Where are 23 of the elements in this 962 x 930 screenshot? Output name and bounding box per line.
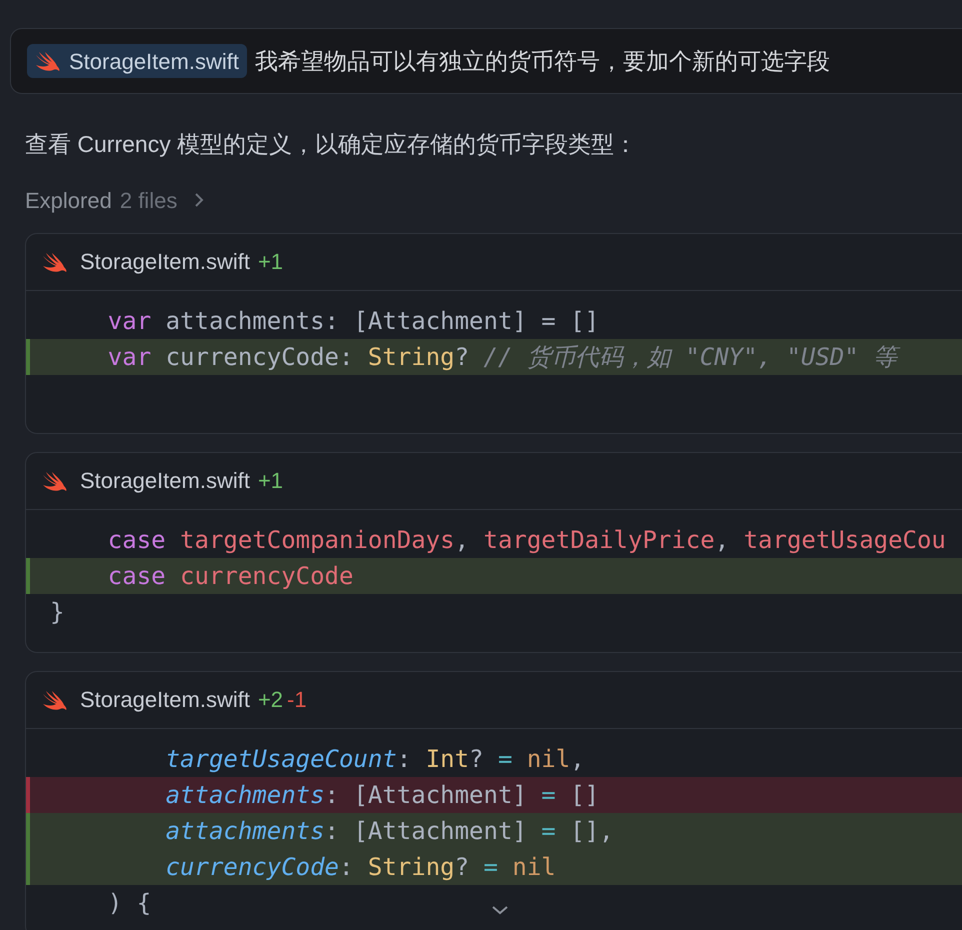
prompt-text: 我希望物品可以有独立的货币符号，要加个新的可选字段 bbox=[254, 46, 830, 76]
code-line: } bbox=[49, 596, 64, 628]
added-count: +1 bbox=[258, 248, 284, 276]
removed-count: -1 bbox=[287, 686, 307, 714]
code-line: var attachments: [Attachment] = [] bbox=[106, 306, 600, 336]
file-name[interactable]: StorageItem.swift bbox=[80, 245, 250, 278]
code-line: ) { bbox=[106, 888, 152, 918]
swift-bird-icon bbox=[42, 688, 68, 710]
added-count: +1 bbox=[258, 467, 284, 495]
added-count: +2 bbox=[258, 686, 284, 714]
swift-bird-icon bbox=[42, 470, 68, 492]
file-name[interactable]: StorageItem.swift bbox=[80, 683, 250, 716]
expand-chevron-icon[interactable] bbox=[491, 904, 509, 914]
explored-label: Explored bbox=[25, 186, 112, 215]
explored-toggle[interactable]: Explored 2 files bbox=[25, 184, 206, 216]
explored-count: 2 files bbox=[120, 186, 178, 214]
assistant-message: 查看 Currency 模型的定义，以确定应存储的货币字段类型： bbox=[25, 130, 638, 159]
file-name[interactable]: StorageItem.swift bbox=[80, 464, 250, 497]
swift-bird-icon bbox=[35, 50, 61, 72]
code-line: targetUsageCount: Int? = nil, bbox=[164, 744, 585, 774]
code-line: case targetCompanionDays, targetDailyPrice, targetUsageCou bbox=[106, 524, 946, 556]
swift-bird-icon bbox=[42, 250, 68, 272]
file-chip[interactable]: StorageItem.swift bbox=[27, 44, 247, 78]
